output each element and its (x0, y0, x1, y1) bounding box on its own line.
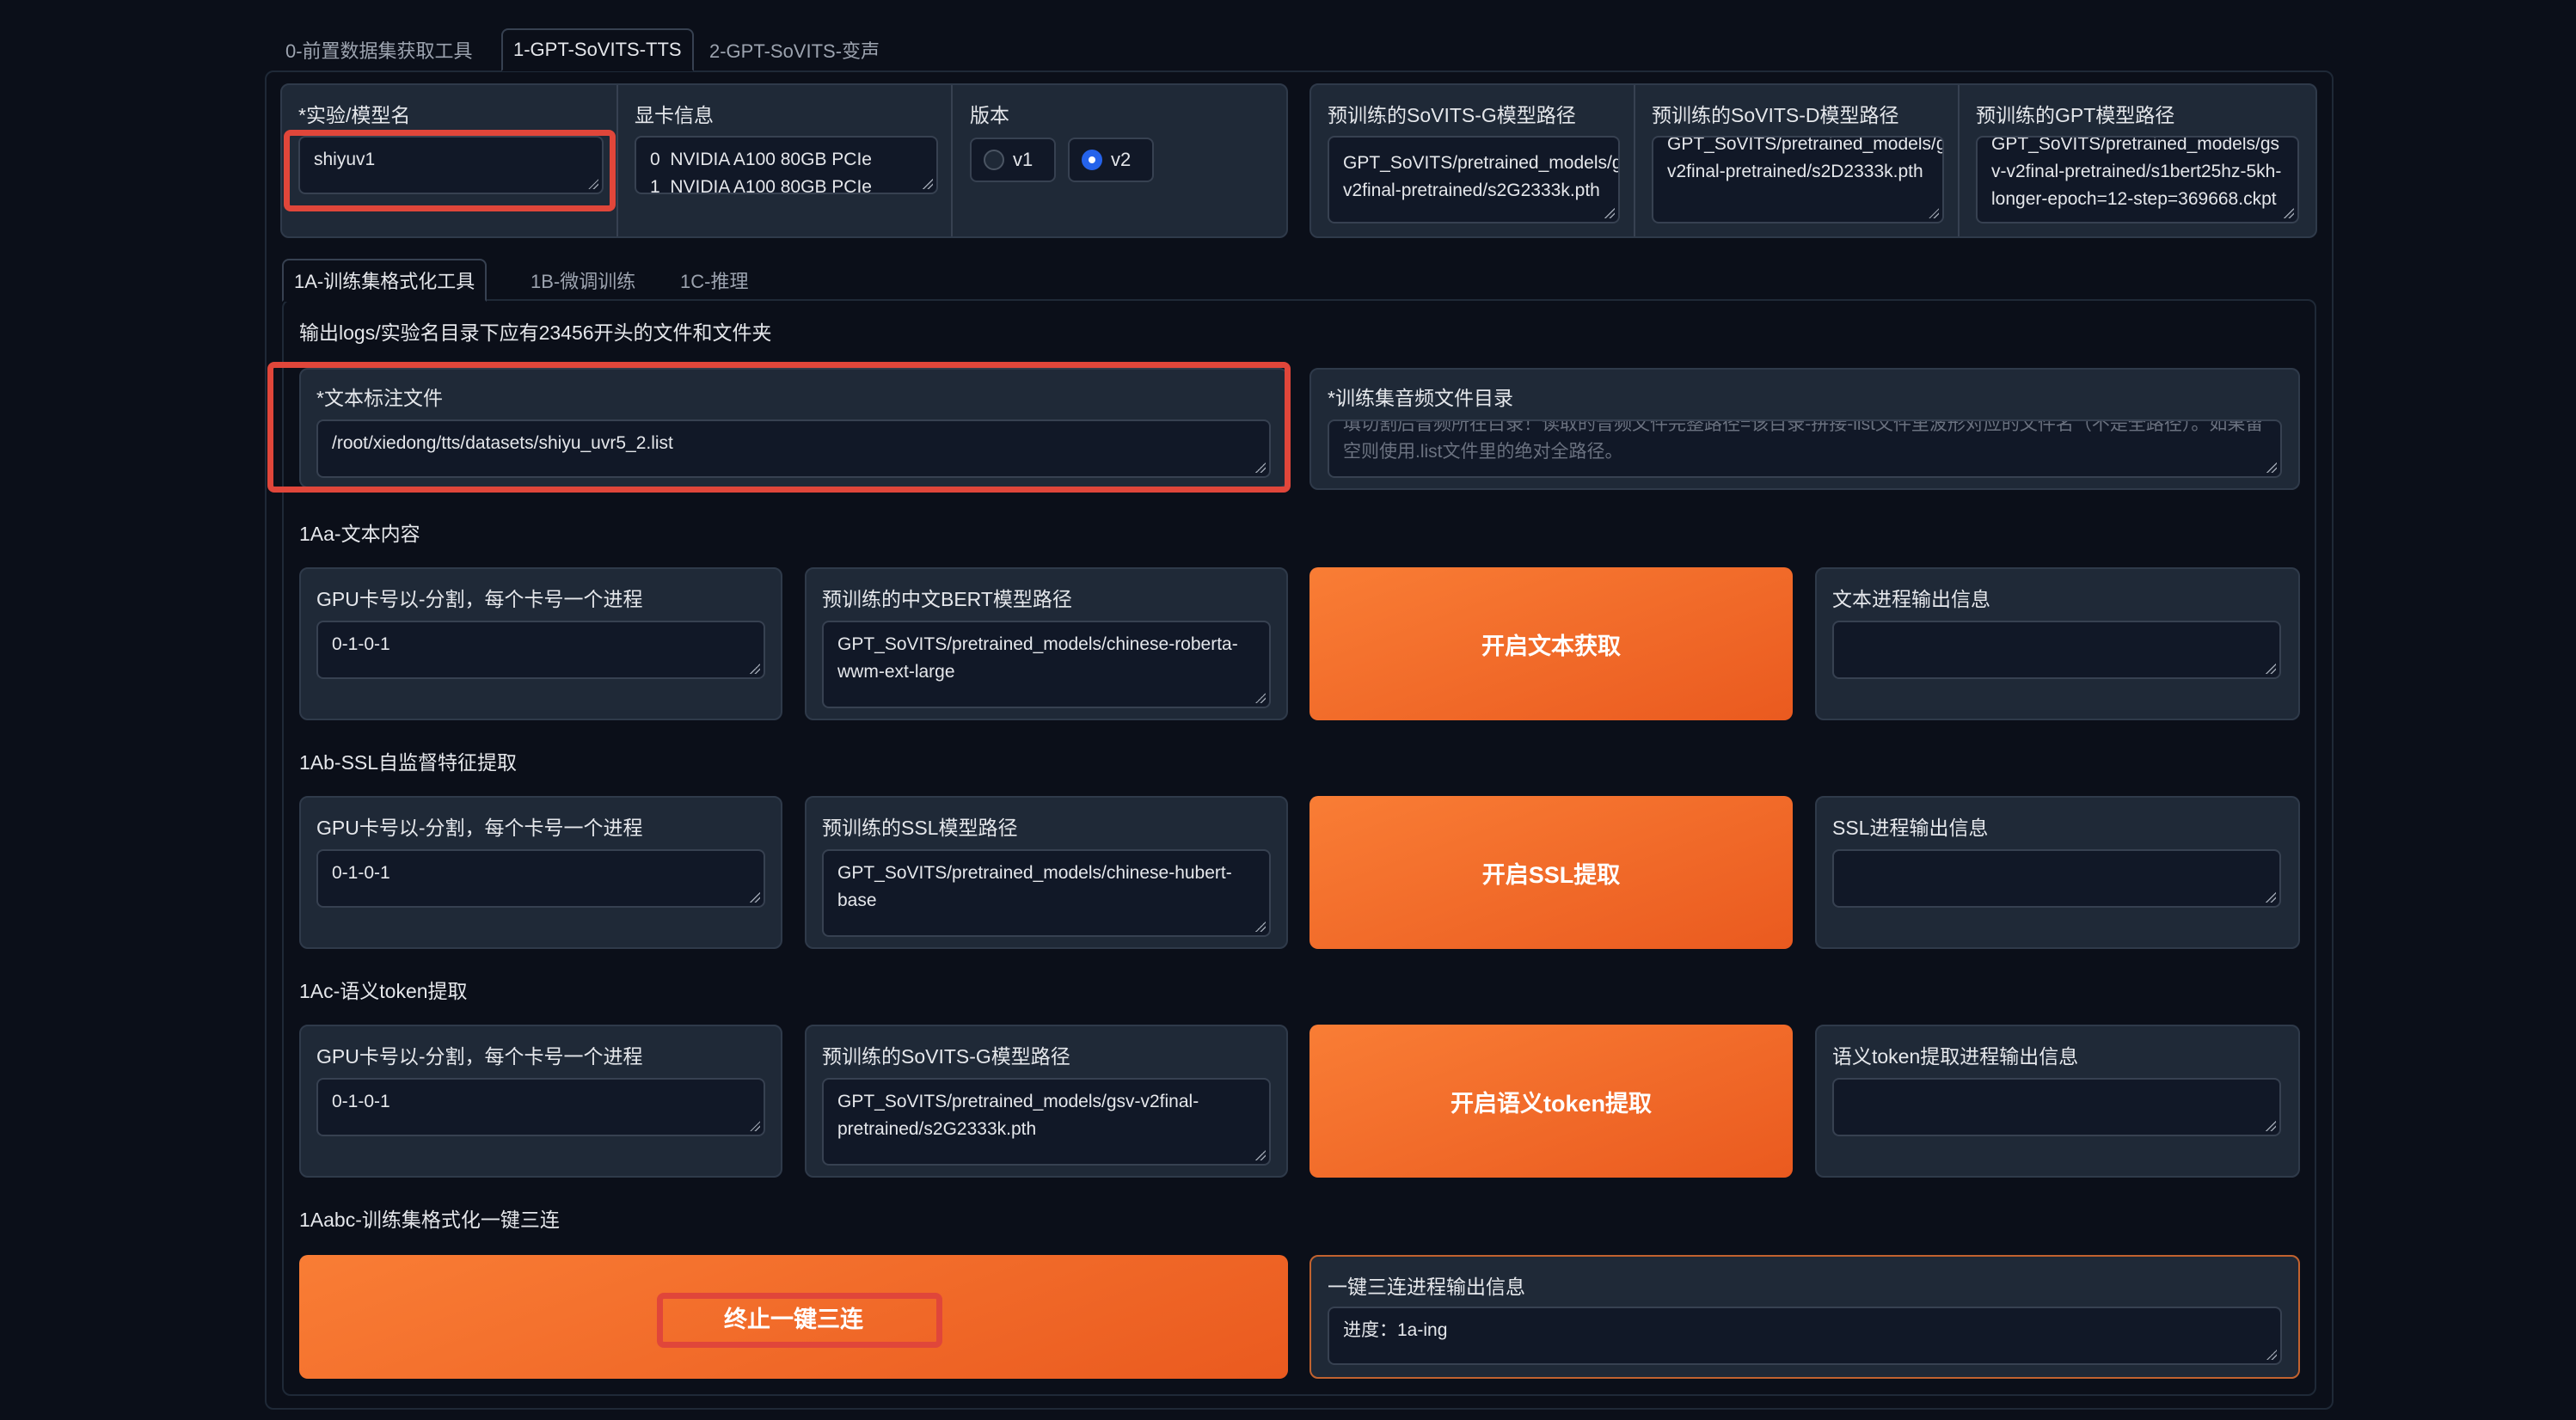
gpu-label: GPU卡号以-分割，每个卡号一个进程 (316, 1045, 643, 1068)
resize-icon[interactable] (923, 179, 933, 189)
gpu-input[interactable]: 0-1-0-1 (316, 849, 765, 908)
audio-dir-placeholder: 填切割后音频所在目录！读取的音频文件完整路径=该目录-拼接-list文件里波形对… (1343, 419, 2264, 462)
divider (616, 85, 618, 236)
audio-dir-input[interactable]: 填切割后音频所在目录！读取的音频文件完整路径=该目录-拼接-list文件里波形对… (1328, 419, 2282, 478)
divider (1634, 85, 1635, 236)
gpu-info-label: 显卡信息 (635, 104, 714, 126)
sovits-g-label: 预训练的SoVITS-G模型路径 (1328, 104, 1576, 126)
resize-icon[interactable] (1255, 1150, 1266, 1160)
sovits-d-input[interactable]: GPT_SoVITS/pretrained_models/gsv-v2final… (1652, 136, 1944, 223)
tab-inference[interactable]: 1C-推理 (670, 259, 758, 302)
highlight-stop-oneclick (657, 1293, 942, 1348)
tab-dataset-format[interactable]: 1A-训练集格式化工具 (282, 259, 488, 302)
resize-icon[interactable] (1255, 693, 1266, 703)
text-output-field[interactable] (1832, 621, 2281, 679)
gpu-info-value: 0 NVIDIA A100 80GB PCIe 1 NVIDIA A100 80… (650, 150, 872, 194)
resize-icon[interactable] (750, 664, 760, 674)
exp-name-label: *实验/模型名 (298, 104, 411, 126)
version-option-label: v2 (1111, 149, 1132, 170)
resize-icon[interactable] (1255, 921, 1266, 932)
gpu-value: 0-1-0-1 (332, 1092, 390, 1111)
tab-gpt-sovits-tts[interactable]: 1-GPT-SoVITS-TTS (501, 28, 694, 71)
highlight-text-label-file (267, 362, 1291, 493)
sovits-g-token-label: 预训练的SoVITS-G模型路径 (822, 1045, 1070, 1068)
start-token-button[interactable]: 开启语义token提取 (1309, 1025, 1793, 1178)
bert-input[interactable]: GPT_SoVITS/pretrained_models/chinese-rob… (822, 621, 1271, 708)
start-ssl-button[interactable]: 开启SSL提取 (1309, 796, 1793, 949)
divider (1958, 85, 1960, 236)
section-title-ssl: 1Ab-SSL自监督特征提取 (299, 751, 518, 774)
ssl-model-input[interactable]: GPT_SoVITS/pretrained_models/chinese-hub… (822, 849, 1271, 937)
oneclick-output-field[interactable]: 进度：1a-ing (1328, 1307, 2282, 1365)
tab-dataset-tools[interactable]: 0-前置数据集获取工具 (275, 28, 483, 71)
version-option-label: v1 (1013, 149, 1033, 170)
token-output-label: 语义token提取进程输出信息 (1832, 1045, 2079, 1068)
sovits-g-token-value: GPT_SoVITS/pretrained_models/gsv-v2final… (837, 1092, 1199, 1139)
top-clipped-text (258, 0, 1032, 5)
sovits-d-value: GPT_SoVITS/pretrained_models/gsv-v2final… (1667, 136, 1944, 181)
tab-voice-change[interactable]: 2-GPT-SoVITS-变声 (699, 28, 890, 71)
resize-icon[interactable] (2266, 664, 2276, 674)
sovits-d-label: 预训练的SoVITS-D模型路径 (1652, 104, 1899, 126)
sovits-g-value: GPT_SoVITS/pretrained_models/gsv-v2final… (1343, 153, 1620, 200)
audio-dir-label: *训练集音频文件目录 (1328, 387, 1513, 409)
divider (951, 85, 953, 236)
resize-icon[interactable] (2284, 208, 2294, 218)
token-output-field[interactable] (1832, 1078, 2281, 1136)
tab-finetune[interactable]: 1B-微调训练 (520, 259, 646, 302)
bert-label: 预训练的中文BERT模型路径 (822, 588, 1072, 610)
gpu-label: GPU卡号以-分割，每个卡号一个进程 (316, 588, 643, 610)
oneclick-output-value: 进度：1a-ing (1343, 1320, 1448, 1340)
version-radio-v1[interactable]: v1 (970, 138, 1056, 182)
gpu-info-field[interactable]: 0 NVIDIA A100 80GB PCIe 1 NVIDIA A100 80… (635, 136, 938, 194)
gpu-input[interactable]: 0-1-0-1 (316, 621, 765, 679)
intro-text: 输出logs/实验名目录下应有23456开头的文件和文件夹 (299, 321, 772, 344)
resize-icon[interactable] (750, 1121, 760, 1131)
gpt-model-label: 预训练的GPT模型路径 (1976, 104, 2175, 126)
version-radio-v2[interactable]: v2 (1068, 138, 1154, 182)
resize-icon[interactable] (2266, 892, 2276, 903)
text-output-label: 文本进程输出信息 (1832, 588, 1990, 610)
section-title-token: 1Ac-语义token提取 (299, 980, 468, 1002)
ssl-model-value: GPT_SoVITS/pretrained_models/chinese-hub… (837, 863, 1232, 910)
sovits-g-input[interactable]: GPT_SoVITS/pretrained_models/gsv-v2final… (1328, 136, 1620, 223)
ssl-output-label: SSL进程输出信息 (1832, 817, 1989, 839)
ssl-model-label: 预训练的SSL模型路径 (822, 817, 1018, 839)
oneclick-output-label: 一键三连进程输出信息 (1328, 1276, 1525, 1298)
highlight-exp-name (284, 130, 616, 211)
resize-icon[interactable] (1929, 208, 1939, 218)
radio-selected-icon (1082, 150, 1102, 170)
sovits-g-token-input[interactable]: GPT_SoVITS/pretrained_models/gsv-v2final… (822, 1078, 1271, 1166)
gpu-label: GPU卡号以-分割，每个卡号一个进程 (316, 817, 643, 839)
resize-icon[interactable] (2266, 1350, 2277, 1360)
gpt-model-input[interactable]: GPT_SoVITS/pretrained_models/gsv-v2final… (1976, 136, 2299, 223)
version-label: 版本 (970, 104, 1009, 126)
section-title-text: 1Aa-文本内容 (299, 523, 420, 545)
bert-value: GPT_SoVITS/pretrained_models/chinese-rob… (837, 634, 1238, 682)
resize-icon[interactable] (2266, 462, 2277, 473)
radio-icon (984, 150, 1004, 170)
gpu-input[interactable]: 0-1-0-1 (316, 1078, 765, 1136)
ssl-output-field[interactable] (1832, 849, 2281, 908)
resize-icon[interactable] (2266, 1121, 2276, 1131)
start-text-button[interactable]: 开启文本获取 (1309, 567, 1793, 720)
gpu-value: 0-1-0-1 (332, 863, 390, 883)
resize-icon[interactable] (1604, 208, 1615, 218)
resize-icon[interactable] (750, 892, 760, 903)
gpu-value: 0-1-0-1 (332, 634, 390, 654)
gpt-model-value: GPT_SoVITS/pretrained_models/gsv-v2final… (1991, 136, 2282, 209)
section-title-oneclick: 1Aabc-训练集格式化一键三连 (299, 1209, 560, 1231)
